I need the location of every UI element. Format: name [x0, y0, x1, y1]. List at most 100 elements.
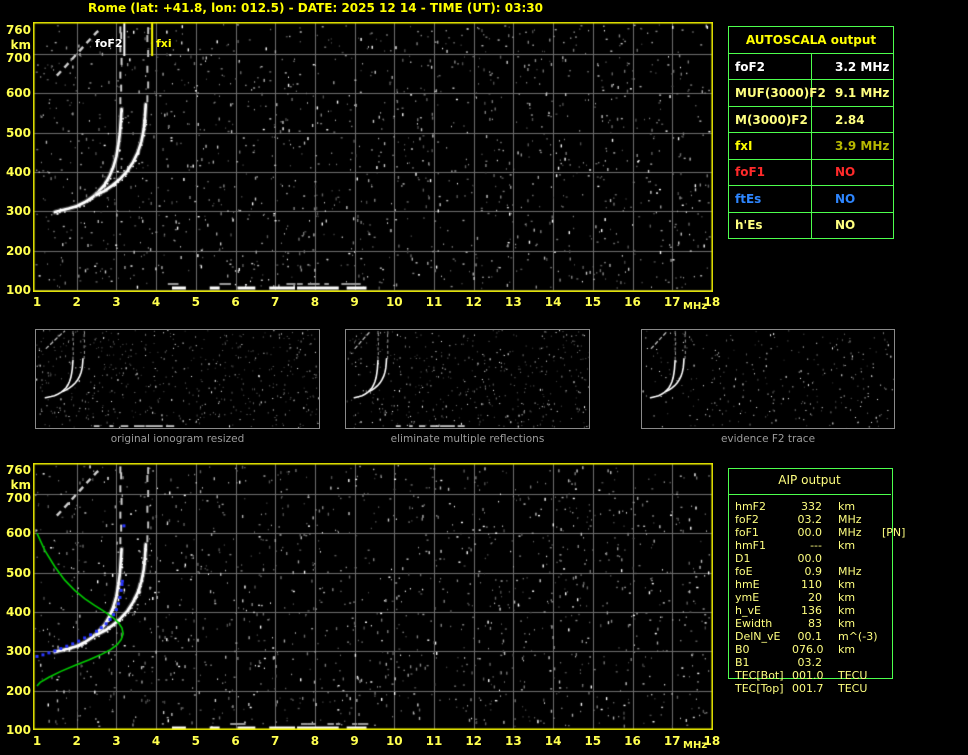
aip-table-header: AIP output	[778, 473, 841, 487]
aip-row-unit: km	[838, 617, 856, 630]
y-axis-unit-label: km	[10, 478, 31, 492]
thumbnail-original-ionogram	[35, 329, 320, 429]
autoscala-row-value: 9.1 MHz	[835, 86, 890, 101]
aip-row-unit: km	[838, 591, 856, 604]
autoscala-row-value: NO	[835, 218, 856, 233]
aip-row: B1 03.2	[728, 656, 908, 669]
bottom-ionogram-plot	[33, 463, 713, 730]
autoscala-row-label: h'Es	[729, 212, 812, 239]
y-tick-label: 500	[5, 125, 31, 140]
x-axis-unit-label: MHz	[683, 301, 708, 312]
aip-row-unit	[838, 656, 880, 669]
aip-row-value: 00.0	[797, 552, 823, 565]
aip-row-value: 00.1	[797, 630, 823, 643]
autoscala-row-value: NO	[835, 191, 856, 206]
y-tick-label: 600	[5, 526, 31, 541]
top-ionogram-plot	[33, 22, 713, 292]
thumbnail-eliminate-reflections	[345, 329, 590, 429]
thumbnail-label-eliminate: eliminate multiple reflections	[390, 433, 545, 445]
thumbnail-eliminate-reflections-image	[346, 330, 589, 428]
x-tick-label: 9	[350, 295, 359, 309]
aip-row-label: TEC[Top]	[735, 682, 784, 695]
aip-row-value: 110	[801, 578, 822, 591]
aip-row-value: 136	[801, 604, 822, 617]
aip-row-unit: MHz	[838, 565, 862, 578]
x-tick-label: 12	[465, 295, 483, 309]
aip-row: hmF1 --- km	[728, 539, 908, 552]
aip-row-value: 001.0	[792, 669, 824, 682]
aip-row-unit: TECU	[838, 669, 868, 682]
x-tick-label: 14	[544, 295, 562, 309]
x-tick-label: 10	[385, 734, 403, 748]
aip-row: TEC[Bot] 001.0 TECU	[728, 669, 908, 682]
x-tick-label: 17	[663, 295, 681, 309]
autoscala-row-value: 3.2 MHz	[835, 59, 890, 74]
x-tick-label: 15	[584, 734, 602, 748]
x-tick-label: 17	[663, 734, 681, 748]
y-tick-label: 500	[5, 565, 31, 580]
aip-row-label: hmE	[735, 578, 760, 591]
x-tick-label: 7	[271, 295, 280, 309]
thumbnail-label-original: original ionogram resized	[110, 433, 245, 445]
autoscala-row: h'Es NO	[729, 212, 893, 239]
aip-row: hmF2 332 km	[728, 500, 908, 513]
x-tick-label: 6	[231, 295, 240, 309]
x-tick-label: 14	[544, 734, 562, 748]
y-axis-unit-label: km	[10, 38, 31, 52]
thumbnail-evidence-f2-trace	[641, 329, 895, 429]
autoscala-table-header: AUTOSCALA output	[729, 27, 893, 54]
aip-row-unit: m^(-3)	[838, 630, 878, 643]
aip-row-value: 076.0	[792, 643, 824, 656]
aip-row-value: 83	[808, 617, 822, 630]
autoscala-row-label: fxI	[729, 133, 812, 159]
x-tick-label: 3	[112, 295, 121, 309]
y-tick-label: 700	[5, 491, 31, 505]
aip-row-value: 03.2	[797, 656, 823, 669]
x-tick-label: 9	[350, 734, 359, 748]
y-tick-label: 300	[5, 204, 31, 219]
x-tick-label: 8	[310, 734, 320, 748]
aip-row-label: D1	[735, 552, 751, 565]
aip-row: DelN_vE 00.1 m^(-3)	[728, 630, 908, 643]
thumbnail-label-evidence: evidence F2 trace	[720, 433, 816, 445]
x-tick-label: 11	[425, 295, 443, 309]
y-tick-label: 700	[5, 51, 31, 65]
aip-row-value: 00.0	[797, 526, 823, 539]
x-tick-label: 11	[425, 734, 443, 748]
autoscala-row: M(3000)F2 2.84	[729, 106, 893, 134]
x-tick-label: 4	[151, 295, 161, 309]
autoscala-row-label: ftEs	[729, 186, 812, 212]
aip-row: foE 0.9 MHz	[728, 565, 908, 578]
y-tick-label: 200	[5, 683, 31, 698]
x-tick-label: 5	[191, 295, 200, 309]
autoscala-row: fxI 3.9 MHz	[729, 133, 893, 160]
autoscala-row-label: MUF(3000)F2	[729, 80, 826, 106]
aip-row-value: 0.9	[804, 565, 823, 578]
aip-row-value: ---	[810, 539, 822, 552]
x-tick-label: 8	[310, 295, 320, 309]
fxi-marker-label: fxi	[156, 37, 172, 50]
aip-row: hmE 110 km	[728, 578, 908, 591]
aip-row: Ewidth 83 km	[728, 617, 908, 630]
aip-row-label: B1	[735, 656, 750, 669]
x-tick-label: 4	[151, 734, 161, 748]
aip-table-divider	[728, 494, 891, 495]
aip-row-unit: km	[838, 643, 856, 656]
aip-row-unit: km	[838, 578, 856, 591]
aip-row-value: 20	[808, 591, 822, 604]
page-title: Rome (lat: +41.8, lon: 012.5) - DATE: 20…	[88, 1, 543, 15]
thumbnail-evidence-f2-trace-image	[642, 330, 894, 428]
autoscala-row-label: M(3000)F2	[729, 106, 812, 133]
aip-row-label: Ewidth	[735, 617, 773, 630]
x-tick-label: 6	[231, 734, 240, 748]
aip-row-label: hmF1	[735, 539, 767, 552]
aip-row-label: h_vE	[735, 604, 761, 617]
aip-row-unit: km	[838, 604, 856, 617]
aip-row: h_vE 136 km	[728, 604, 908, 617]
autoscala-row: ftEs NO	[729, 186, 893, 213]
x-tick-label: 13	[505, 734, 522, 748]
autoscala-row-value: 3.9 MHz	[835, 139, 890, 154]
aip-row-label: ymE	[735, 591, 760, 604]
x-tick-label: 1	[32, 295, 42, 309]
aip-row: D1 00.0	[728, 552, 908, 565]
